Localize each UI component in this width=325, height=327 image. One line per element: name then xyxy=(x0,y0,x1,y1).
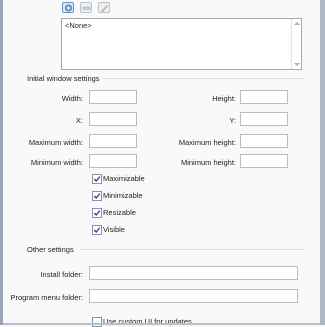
checkbox-box[interactable] xyxy=(92,225,102,235)
max-width-input[interactable] xyxy=(89,134,137,148)
min-width-input[interactable] xyxy=(89,154,137,168)
maximizable-label: Maximizable xyxy=(103,174,145,183)
x-label: X: xyxy=(75,116,83,125)
settings-panel: <None> Initial window settings Width: He… xyxy=(3,0,320,327)
checkbox-box[interactable] xyxy=(92,174,102,184)
scroll-up-arrow-icon[interactable] xyxy=(294,22,300,25)
list-item[interactable]: <None> xyxy=(65,21,92,30)
min-width-label: Minimum width: xyxy=(30,158,83,167)
checkmark-icon xyxy=(93,176,101,182)
resizable-label: Resizable xyxy=(103,208,136,217)
add-button[interactable] xyxy=(62,2,74,13)
list-scrollbar[interactable] xyxy=(291,19,301,69)
checkmark-icon xyxy=(93,193,101,199)
add-icon xyxy=(64,4,73,12)
max-height-input[interactable] xyxy=(240,134,288,148)
checkbox-box[interactable] xyxy=(92,317,102,327)
visible-label: Visible xyxy=(103,225,125,234)
program-menu-folder-label: Program menu folder: xyxy=(10,293,83,302)
min-height-label: Minimum height: xyxy=(180,158,236,167)
width-label: Width: xyxy=(61,94,83,103)
remove-button[interactable] xyxy=(80,2,92,13)
height-label: Height: xyxy=(212,94,236,103)
install-folder-input[interactable] xyxy=(89,266,298,280)
checkmark-icon xyxy=(93,227,101,233)
checkbox-box[interactable] xyxy=(92,208,102,218)
checkmark-icon xyxy=(93,210,101,216)
window-list[interactable]: <None> xyxy=(61,18,302,70)
min-height-input[interactable] xyxy=(240,154,288,168)
max-height-label: Maximum height: xyxy=(178,138,236,147)
max-width-label: Maximum width: xyxy=(28,138,83,147)
width-input[interactable] xyxy=(89,90,137,104)
checkbox-box[interactable] xyxy=(92,191,102,201)
y-label: Y: xyxy=(229,116,236,125)
minimizable-label: Minimizable xyxy=(103,191,143,200)
section-divider xyxy=(103,78,303,79)
section-heading-initial-window: Initial window settings xyxy=(27,74,100,83)
edit-button[interactable] xyxy=(98,2,110,13)
section-heading-other-settings: Other settings xyxy=(27,245,74,254)
section-divider xyxy=(81,249,303,250)
y-input[interactable] xyxy=(240,112,288,126)
edit-icon xyxy=(101,4,109,12)
scroll-down-arrow-icon[interactable] xyxy=(294,63,300,66)
program-menu-folder-input[interactable] xyxy=(89,289,298,303)
height-input[interactable] xyxy=(240,90,288,104)
remove-icon xyxy=(82,6,91,10)
window-scrollbar-edge[interactable] xyxy=(320,0,325,325)
x-input[interactable] xyxy=(89,112,137,126)
install-folder-label: Install folder: xyxy=(40,270,83,279)
